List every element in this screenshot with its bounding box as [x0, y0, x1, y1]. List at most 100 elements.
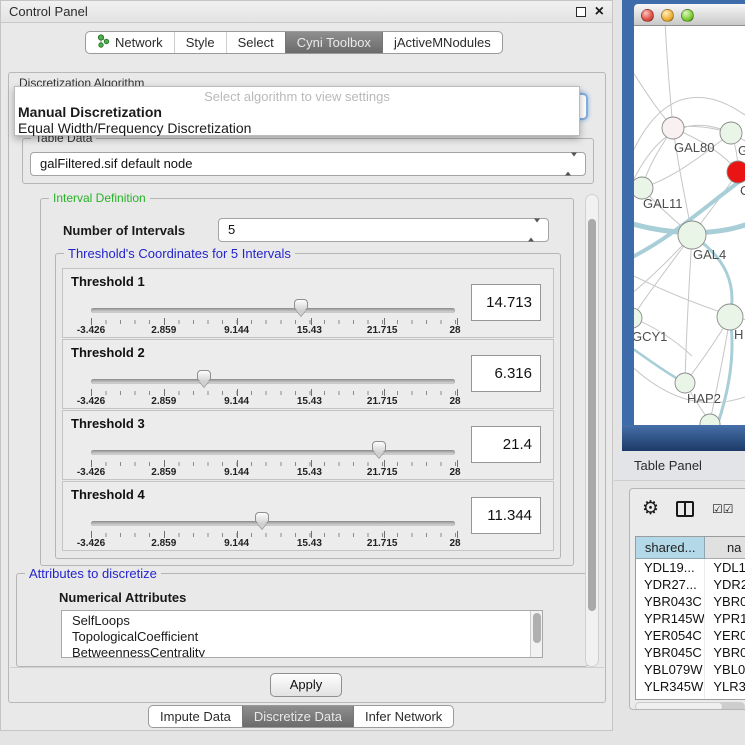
network-canvas[interactable]: GAL80GALCGAL11GAL4GCY1HHAP2 — [634, 26, 745, 425]
slider-tick-label: 28 — [449, 467, 460, 478]
table-row[interactable]: YDL19...YDL19... — [636, 559, 745, 576]
table-cell: YIL052C — [705, 695, 745, 700]
bottom-tab-infer-network[interactable]: Infer Network — [353, 706, 453, 727]
window-close-button[interactable] — [641, 9, 654, 22]
table-cell: YPR145W — [636, 610, 705, 627]
tab-network[interactable]: Network — [86, 32, 174, 53]
attributes-group: Attributes to discretize Numerical Attri… — [16, 573, 588, 667]
network-node-gcy1[interactable] — [634, 308, 642, 328]
table-row[interactable]: YER054CYER054C — [636, 627, 745, 644]
interval-definition-label: Interval Definition — [49, 191, 150, 205]
network-edge — [685, 235, 692, 383]
slider-major-tick — [384, 318, 385, 325]
threshold-slider-thumb[interactable] — [197, 370, 211, 382]
network-node-c[interactable] — [727, 161, 745, 183]
slider-major-tick — [237, 389, 238, 396]
table-row[interactable]: YDR27...YDR27... — [636, 576, 745, 593]
attribute-list-item[interactable]: BetweennessCentrality — [72, 645, 542, 658]
window-minimize-button[interactable] — [661, 9, 674, 22]
table-row[interactable]: YBR045CYBR045C — [636, 644, 745, 661]
window-zoom-button[interactable] — [681, 9, 694, 22]
node-attribute-table: shared...na YDL19...YDL19...YDR27...YDR2… — [635, 536, 745, 700]
threshold-slider-track[interactable] — [91, 379, 455, 384]
slider-tick-label: -3.426 — [77, 538, 105, 549]
bottom-tab-impute-data[interactable]: Impute Data — [149, 706, 242, 727]
threshold-slider-thumb[interactable] — [372, 441, 386, 453]
threshold-value-input[interactable]: 11.344 — [471, 497, 541, 534]
table-row[interactable]: YBL079WYBL079W — [636, 661, 745, 678]
top-tab-bar: NetworkStyleSelectCyni ToolboxjActiveMNo… — [85, 31, 503, 54]
slider-major-tick — [91, 389, 92, 396]
slider-major-tick — [384, 460, 385, 467]
slider-tick-label: 2.859 — [151, 467, 176, 478]
table-cell: YBL079W — [705, 661, 745, 678]
threshold-block-4: Threshold 4-3.4262.8599.14415.4321.71528… — [62, 481, 554, 551]
tab-select[interactable]: Select — [226, 32, 285, 53]
threshold-slider-track[interactable] — [91, 521, 455, 526]
slider-ticks — [91, 460, 457, 467]
control-panel: Control Panel × NetworkStyleSelectCyni T… — [0, 0, 613, 731]
attributes-list-scrollbar[interactable] — [530, 611, 542, 657]
network-node-gal4[interactable] — [678, 221, 706, 249]
attribute-list-item[interactable]: SelfLoops — [72, 613, 542, 629]
threshold-value-input[interactable]: 6.316 — [471, 355, 541, 392]
threshold-slider-thumb[interactable] — [294, 299, 308, 311]
network-window-titlebar[interactable] — [634, 4, 745, 26]
table-cell: YDL19... — [705, 559, 745, 576]
number-of-intervals-combo[interactable]: 5 — [218, 218, 549, 242]
network-view-window: GAL80GALCGAL11GAL4GCY1HHAP2 — [622, 0, 745, 451]
float-window-icon[interactable] — [576, 7, 586, 17]
tab-jactivemnodules[interactable]: jActiveMNodules — [382, 32, 502, 53]
algorithm-option-manual[interactable]: Manual Discretization — [15, 104, 579, 120]
table-row[interactable]: YLR345WYLR345W — [636, 678, 745, 695]
table-horizontal-scrollbar[interactable] — [635, 702, 745, 710]
scrollbar-thumb[interactable] — [588, 219, 596, 611]
table-column-header[interactable]: shared... — [636, 537, 705, 559]
settings-vertical-scrollbar[interactable] — [585, 194, 599, 667]
table-data-combo[interactable]: galFiltered.sif default node — [30, 152, 586, 176]
table-panel: ⚙ ☑☑ shared...na YDL19...YDL19...YDR27..… — [629, 488, 745, 710]
bottom-tab-discretize-data[interactable]: Discretize Data — [242, 706, 353, 727]
slider-major-tick — [164, 531, 165, 538]
table-cell: YBR043C — [636, 593, 705, 610]
threshold-slider-track[interactable] — [91, 308, 455, 313]
slider-tick-label: 9.144 — [224, 325, 249, 336]
bottom-tab-impute-data-label: Impute Data — [160, 709, 231, 724]
network-edge-highlighted — [717, 317, 732, 425]
scrollbar-thumb[interactable] — [636, 703, 722, 710]
columns-icon[interactable] — [676, 501, 694, 517]
network-edge — [665, 26, 673, 128]
algorithm-option-equal-width[interactable]: Equal Width/Frequency Discretization — [15, 120, 579, 136]
close-icon[interactable]: × — [595, 1, 604, 22]
threshold-value-input[interactable]: 21.4 — [471, 426, 541, 463]
network-node-gal80[interactable] — [662, 117, 684, 139]
combo-stepper-icon — [528, 223, 540, 238]
algorithm-dropdown-popup: Select algorithm to view settings Manual… — [14, 86, 580, 136]
tab-style[interactable]: Style — [174, 32, 226, 53]
threshold-value-input[interactable]: 14.713 — [471, 284, 541, 321]
network-node-hap2[interactable] — [675, 373, 695, 393]
table-column-header[interactable]: na — [705, 537, 745, 559]
slider-major-tick — [237, 460, 238, 467]
slider-major-tick — [164, 460, 165, 467]
table-row[interactable]: YBR043CYBR043C — [636, 593, 745, 610]
table-cell: YPR145W — [705, 610, 745, 627]
network-node-8[interactable] — [700, 414, 720, 425]
network-window-frame — [622, 425, 745, 451]
network-node-gal[interactable] — [720, 122, 742, 144]
gear-icon[interactable]: ⚙ — [642, 497, 659, 519]
threshold-block-3: Threshold 3-3.4262.8599.14415.4321.71528… — [62, 410, 554, 480]
threshold-slider-track[interactable] — [91, 450, 455, 455]
slider-tick-label: 15.43 — [297, 325, 322, 336]
slider-major-tick — [91, 318, 92, 325]
attribute-list-item[interactable]: TopologicalCoefficient — [72, 629, 542, 645]
tab-cyni-toolbox[interactable]: Cyni Toolbox — [285, 32, 382, 53]
table-row[interactable]: YIL052CYIL052C — [636, 695, 745, 700]
algorithm-placeholder-option[interactable]: Select algorithm to view settings — [15, 87, 579, 104]
table-row[interactable]: YPR145WYPR145W — [636, 610, 745, 627]
threshold-label: Threshold 4 — [71, 487, 145, 502]
apply-button[interactable]: Apply — [270, 673, 342, 697]
select-columns-checkboxes-icon[interactable]: ☑☑ — [712, 502, 734, 516]
network-node-label: H — [734, 327, 743, 342]
threshold-slider-thumb[interactable] — [255, 512, 269, 524]
